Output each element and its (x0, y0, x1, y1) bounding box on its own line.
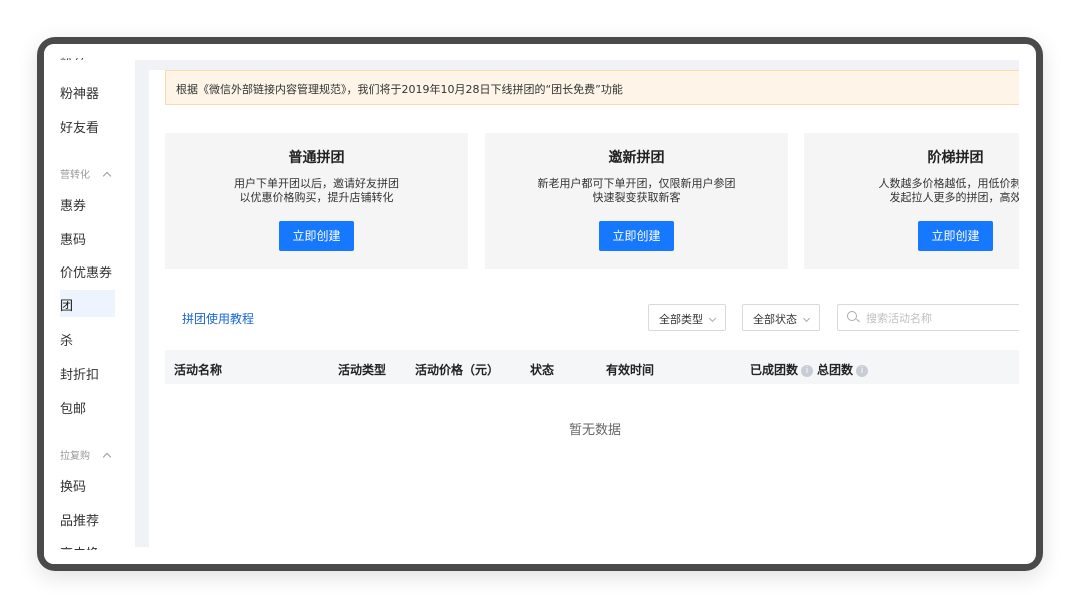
sidebar-group-label: 拉复购 (60, 451, 90, 462)
card-title: 阶梯拼团 (927, 150, 984, 166)
col-total-groups: 总团数 i (817, 361, 869, 378)
table-header: 活动名称 活动类型 活动价格（元） 状态 有效时间 已成团数 i 总团数 i (165, 350, 1019, 384)
sidebar-item-price-coupon[interactable]: 价优惠券 (60, 262, 112, 281)
col-activity-name: 活动名称 (174, 363, 223, 377)
info-icon[interactable]: i (856, 365, 869, 377)
sidebar-item-product-recommend[interactable]: 品推荐 (60, 510, 99, 529)
col-activity-type: 活动类型 (338, 363, 387, 377)
create-normal-group-button[interactable]: 立即创建 (279, 221, 354, 251)
select-value: 全部类型 (659, 313, 703, 326)
sidebar-item-fans-tool[interactable]: 粉神器 (60, 83, 99, 102)
main-content: 根据《微信外部链接内容管理规范》，我们将于2019年10月28日下线拼团的“团长… (149, 70, 1019, 547)
col-label: 总团数 (817, 363, 854, 377)
card-description: 新老用户都可下单开团，仅限新用户参团 快速裂变获取新客 (485, 177, 788, 205)
content-top-strip (135, 60, 1019, 70)
info-icon[interactable]: i (801, 365, 814, 377)
col-status: 状态 (530, 363, 555, 377)
chevron-down-icon (802, 314, 811, 323)
card-desc-line: 快速裂变获取新客 (592, 191, 681, 204)
right-gutter (1019, 60, 1036, 547)
status-filter-select[interactable]: 全部状态 (742, 304, 820, 331)
card-desc-line: 人数越多价格越低，用低价刺激 (878, 177, 1020, 190)
card-description: 用户下单开团以后，邀请好友拼团 以优惠价格购买，提升店铺转化 (165, 177, 468, 205)
card-title: 普通拼团 (288, 150, 345, 166)
search-input[interactable] (866, 309, 1019, 327)
sidebar-item-cut-top[interactable]: 粉丝 (60, 54, 86, 60)
sidebar-group-repurchase[interactable]: 拉复购 (60, 447, 112, 462)
chevron-down-icon (708, 314, 717, 323)
type-filter-select[interactable]: 全部类型 (648, 304, 726, 331)
col-label: 已成团数 (750, 363, 799, 377)
sidebar-item-coupon[interactable]: 惠券 (60, 195, 86, 214)
card-tiered-group: 阶梯拼团 人数越多价格越低，用低价刺激 发起拉人更多的拼团，高效 立即创建 (804, 133, 1019, 269)
sidebar-item-exchange-code[interactable]: 换码 (60, 476, 86, 495)
chevron-up-icon (102, 171, 112, 181)
create-tiered-group-button[interactable]: 立即创建 (918, 221, 993, 251)
card-desc-line: 发起拉人更多的拼团，高效 (889, 191, 1020, 204)
card-desc-line: 用户下单开团以后，邀请好友拼团 (234, 177, 399, 190)
sidebar-item-flash-sale[interactable]: 杀 (60, 330, 73, 349)
sidebar-item-free-shipping[interactable]: 包邮 (60, 398, 86, 417)
sidebar: 粉丝 粉神器 好友看 营转化 惠券 惠码 价优惠券 团 杀 封折扣 包邮 拉复购… (44, 44, 135, 564)
col-valid-time: 有效时间 (606, 363, 655, 377)
sidebar-item-discount[interactable]: 封折扣 (60, 364, 99, 383)
card-desc-line: 以优惠价格购买，提升店铺转化 (239, 191, 394, 204)
content-gutter (135, 60, 149, 547)
card-normal-group: 普通拼团 用户下单开团以后，邀请好友拼团 以优惠价格购买，提升店铺转化 立即创建 (165, 133, 468, 269)
card-invite-group: 邀新拼团 新老用户都可下单开团，仅限新用户参团 快速裂变获取新客 立即创建 (485, 133, 788, 269)
app-screen: 粉丝 粉神器 好友看 营转化 惠券 惠码 价优惠券 团 杀 封折扣 包邮 拉复购… (44, 44, 1036, 564)
card-title: 邀新拼团 (608, 150, 665, 166)
sidebar-item-friends-look[interactable]: 好友看 (60, 117, 99, 136)
card-desc-line: 新老用户都可下单开团，仅限新用户参团 (537, 177, 736, 190)
notice-banner: 根据《微信外部链接内容管理规范》，我们将于2019年10月28日下线拼团的“团长… (165, 70, 1019, 105)
chevron-up-icon (102, 452, 112, 462)
table-empty-state: 暂无数据 (568, 423, 621, 438)
sidebar-item-coupon-code[interactable]: 惠码 (60, 229, 86, 248)
sidebar-item-cut-bottom[interactable]: 享去换 (60, 543, 99, 550)
card-description: 人数越多价格越低，用低价刺激 发起拉人更多的拼团，高效 (804, 177, 1020, 205)
select-value: 全部状态 (753, 313, 797, 326)
activity-search (837, 304, 1019, 331)
create-invite-group-button[interactable]: 立即创建 (599, 221, 674, 251)
col-activity-price: 活动价格（元） (415, 363, 500, 377)
sidebar-item-group-buy[interactable]: 团 (60, 290, 115, 317)
sidebar-group-label: 营转化 (60, 170, 90, 181)
sidebar-group-conversion[interactable]: 营转化 (60, 166, 112, 181)
group-tutorial-link[interactable]: 拼团使用教程 (182, 310, 254, 327)
col-completed-groups: 已成团数 i (750, 361, 814, 378)
search-icon (847, 311, 857, 321)
